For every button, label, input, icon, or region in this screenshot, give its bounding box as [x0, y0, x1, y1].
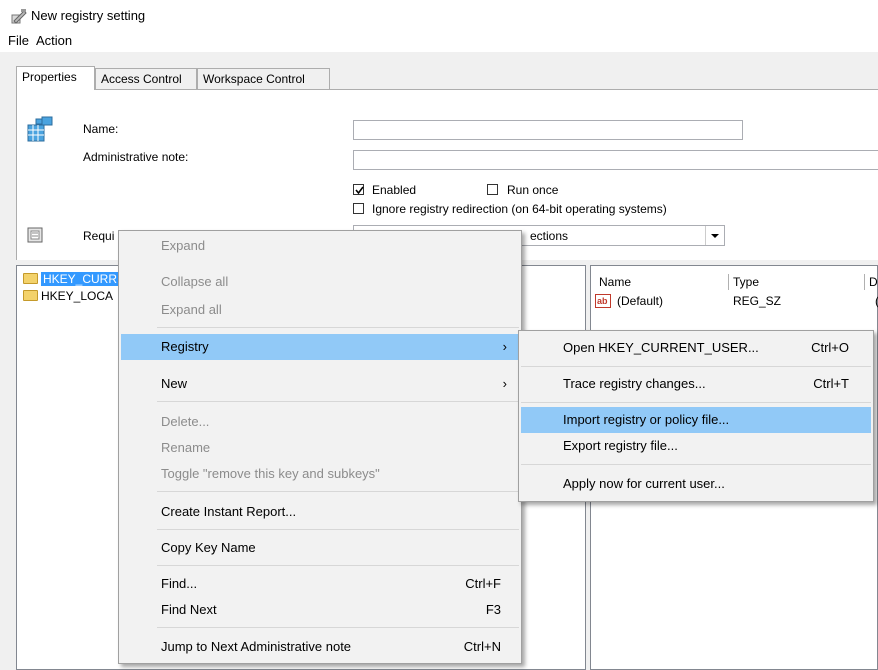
value-name: (Default) [617, 294, 664, 308]
tree-item-label: HKEY_LOCA [41, 289, 114, 303]
menu-item-jump-next-note[interactable]: Jump to Next Administrative note Ctrl+N [121, 634, 519, 660]
value-type: REG_SZ [733, 294, 782, 308]
folder-icon [23, 273, 38, 284]
title-bar: New registry setting [0, 0, 878, 30]
name-label: Name: [83, 122, 119, 136]
window-title: New registry setting [31, 8, 146, 23]
menu-item-delete[interactable]: Delete... [121, 409, 519, 435]
menu-separator [157, 627, 519, 628]
menu-item-new[interactable]: New › [121, 371, 519, 397]
menu-separator [157, 565, 519, 566]
tree-item-hklm[interactable]: HKEY_LOCA [23, 288, 113, 304]
string-value-icon: ab [595, 293, 611, 312]
run-once-checkbox[interactable] [487, 184, 498, 195]
tab-access-control[interactable]: Access Control [95, 68, 197, 90]
run-once-label: Run once [507, 183, 559, 197]
administrative-note-label: Administrative note: [83, 150, 189, 164]
menu-item-export-registry[interactable]: Export registry file... [521, 433, 871, 459]
svg-text:ab: ab [597, 296, 608, 306]
tree-item-hkcu[interactable]: HKEY_CURR [23, 271, 120, 287]
tree-item-label: HKEY_CURR [41, 272, 120, 286]
menu-separator [521, 366, 871, 367]
ignore-redirection-checkbox[interactable] [353, 203, 364, 214]
context-menu: Expand Collapse all Expand all Registry ›… [118, 230, 522, 664]
tab-workspace-control[interactable]: Workspace Control [197, 68, 330, 90]
required-connection-label: Requi [83, 229, 115, 243]
menu-item-find-next[interactable]: Find Next F3 [121, 597, 519, 623]
menu-item-rename[interactable]: Rename [121, 435, 519, 461]
menu-item-apply-now[interactable]: Apply now for current user... [521, 471, 871, 497]
menu-action[interactable]: Action [36, 33, 72, 48]
menu-item-collapse-all[interactable]: Collapse all [121, 269, 519, 295]
connection-state-value: ections [530, 229, 569, 243]
menu-item-create-instant-report[interactable]: Create Instant Report... [121, 499, 519, 525]
menu-item-copy-key-name[interactable]: Copy Key Name [121, 535, 519, 561]
chevron-right-icon: › [502, 376, 507, 391]
menu-separator [521, 464, 871, 465]
folder-icon [23, 290, 38, 301]
menu-item-find[interactable]: Find... Ctrl+F [121, 571, 519, 597]
column-header-name[interactable]: Name [595, 274, 729, 290]
ignore-redirection-label: Ignore registry redirection (on 64-bit o… [372, 202, 667, 216]
registry-submenu: Open HKEY_CURRENT_USER... Ctrl+O Trace re… [518, 330, 874, 502]
menu-separator [521, 402, 871, 403]
enabled-checkbox[interactable] [353, 184, 364, 195]
connection-state-icon [27, 227, 43, 246]
chevron-down-icon[interactable] [705, 226, 724, 245]
administrative-note-input[interactable] [353, 150, 878, 170]
menu-separator [157, 491, 519, 492]
registry-setting-icon [11, 8, 27, 24]
menu-bar: File Action [0, 30, 878, 52]
menu-file[interactable]: File [8, 33, 29, 48]
column-header-type[interactable]: Type [729, 274, 865, 290]
menu-item-open-hkcu[interactable]: Open HKEY_CURRENT_USER... Ctrl+O [521, 335, 871, 361]
column-header-data[interactable]: D [865, 274, 878, 290]
table-row[interactable]: ab (Default) REG_SZ ( [595, 293, 878, 312]
menu-item-toggle-remove[interactable]: Toggle "remove this key and subkeys" [121, 461, 519, 487]
menu-item-expand[interactable]: Expand [121, 233, 519, 259]
menu-item-trace-registry[interactable]: Trace registry changes... Ctrl+T [521, 371, 871, 397]
menu-separator [157, 401, 519, 402]
menu-separator [157, 529, 519, 530]
registry-key-icon [27, 116, 53, 145]
menu-item-registry[interactable]: Registry › [121, 334, 519, 360]
tab-properties[interactable]: Properties [16, 66, 95, 90]
chevron-right-icon: › [502, 339, 507, 354]
enabled-label: Enabled [372, 183, 417, 197]
menu-item-expand-all[interactable]: Expand all [121, 297, 519, 323]
menu-separator [157, 327, 519, 328]
name-input[interactable] [353, 120, 743, 140]
menu-item-import-registry[interactable]: Import registry or policy file... [521, 407, 871, 433]
